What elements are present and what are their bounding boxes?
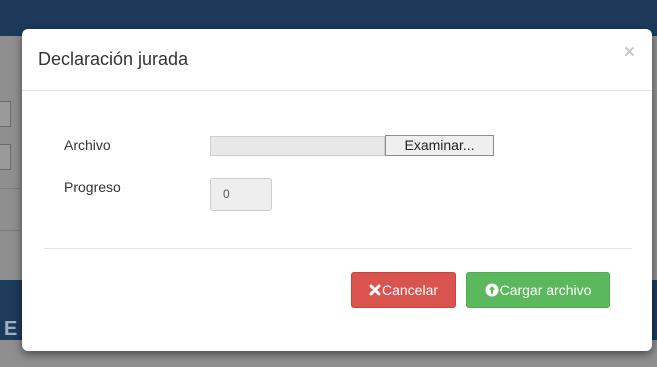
times-icon [369, 284, 381, 296]
declaration-modal: Declaración jurada × Archivo Examinar...… [22, 29, 652, 351]
upload-button[interactable]: Cargar archivo [466, 272, 610, 308]
browse-button[interactable]: Examinar... [385, 135, 494, 156]
cancel-button-label: Cancelar [381, 282, 439, 298]
upload-button-label: Cargar archivo [499, 282, 592, 298]
circle-arrow-up-icon [485, 283, 499, 297]
progress-field: 0 [210, 178, 272, 211]
background-field [0, 101, 11, 127]
file-path-field[interactable] [210, 136, 385, 156]
background-band-text: E [4, 318, 18, 340]
cancel-button[interactable]: Cancelar [351, 272, 456, 308]
modal-header: Declaración jurada × [22, 29, 652, 91]
background-divider [0, 230, 20, 231]
footer-divider [44, 248, 632, 249]
file-label: Archivo [64, 137, 111, 153]
progress-label: Progreso [64, 179, 121, 195]
modal-title: Declaración jurada [38, 49, 189, 69]
background-divider [0, 188, 20, 189]
close-icon[interactable]: × [624, 43, 635, 62]
background-field [0, 144, 11, 170]
